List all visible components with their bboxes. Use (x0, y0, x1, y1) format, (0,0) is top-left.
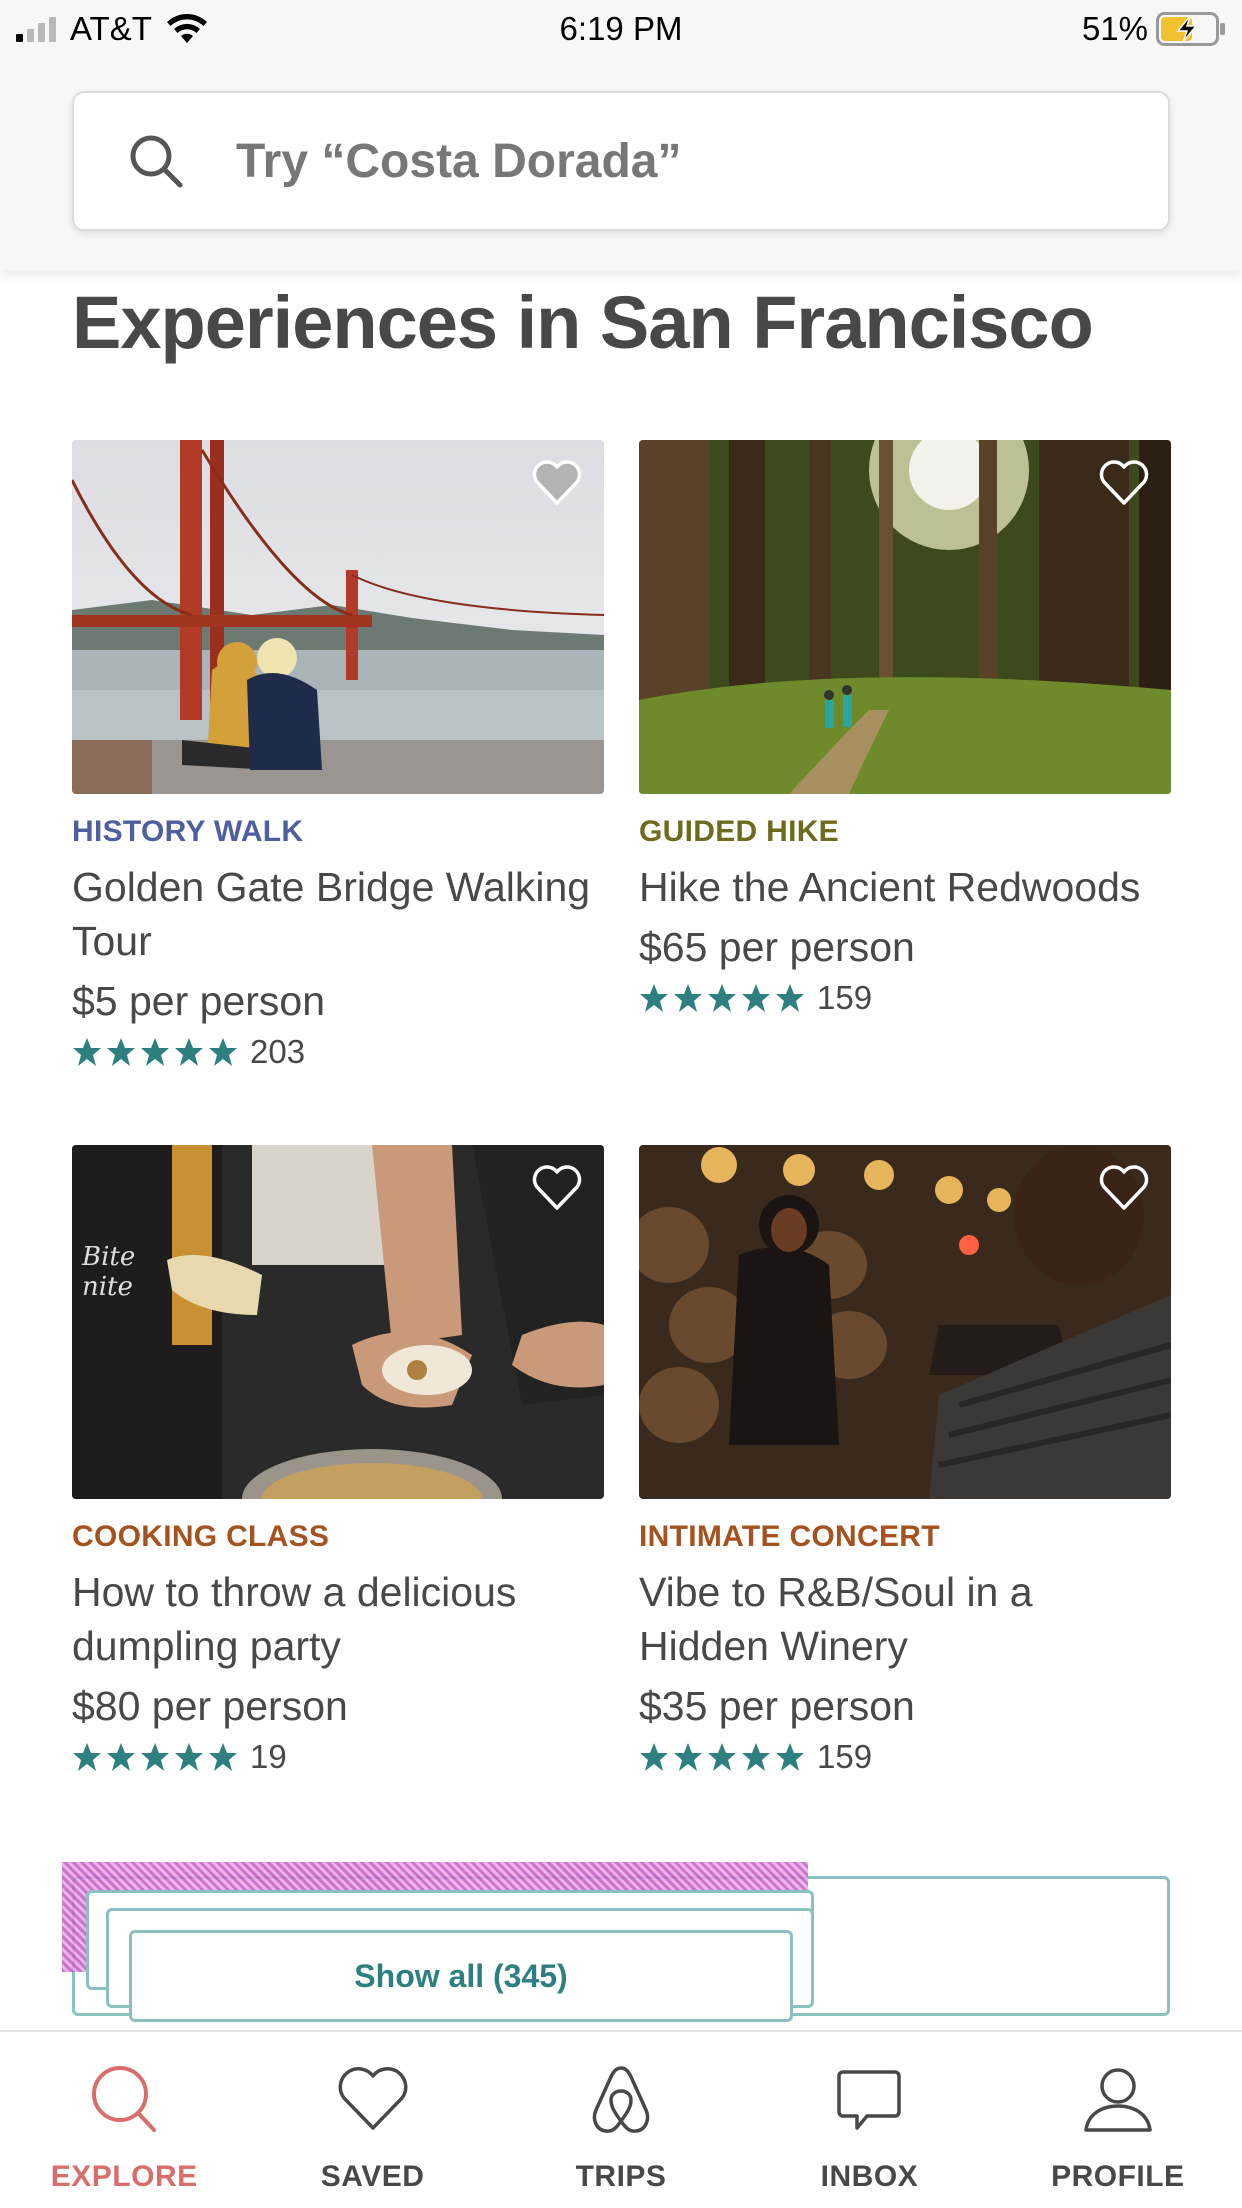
star-icon (209, 1038, 237, 1066)
review-count: 159 (817, 979, 873, 1016)
star-icon (107, 1038, 135, 1066)
battery-charging-icon (1156, 12, 1225, 46)
nav-explore[interactable]: EXPLORE (0, 2032, 248, 2208)
heart-icon[interactable] (532, 1165, 582, 1211)
svg-text:nite: nite (82, 1272, 133, 1302)
chat-bubble-icon (837, 2070, 902, 2130)
nav-profile[interactable]: PROFILE (994, 2032, 1242, 2208)
dumpling-making-photo[interactable]: Bite nite (72, 1145, 604, 1499)
card-title[interactable]: Vibe to R&B/Soul in a Hidden Winery (639, 1565, 1171, 1673)
card-rating: 19 (72, 1737, 604, 1777)
svg-text:Bite: Bite (81, 1242, 135, 1272)
heart-icon[interactable] (1099, 1165, 1149, 1211)
experience-card[interactable]: INTIMATE CONCERT Vibe to R&B/Soul in a H… (639, 1145, 1171, 1777)
search-input[interactable]: Try “Costa Dorada” (236, 134, 681, 189)
card-price: $5 per person (72, 978, 326, 1024)
review-count: 203 (250, 1033, 306, 1070)
star-rating (72, 1742, 238, 1772)
heart-icon[interactable] (532, 460, 582, 506)
person-icon (1084, 2068, 1152, 2132)
star-icon (742, 984, 770, 1012)
airbnb-logo-icon (592, 2066, 650, 2133)
clock: 6:19 PM (559, 10, 683, 47)
nav-label: INBOX (820, 2160, 919, 2193)
nav-label: TRIPS (575, 2160, 667, 2193)
star-icon (640, 984, 668, 1012)
star-icon (175, 1038, 203, 1066)
star-icon (107, 1743, 135, 1771)
star-icon (742, 1743, 770, 1771)
nav-trips[interactable]: TRIPS (497, 2032, 745, 2208)
star-icon (708, 984, 736, 1012)
card-title[interactable]: How to throw a delicious dumpling party (72, 1565, 604, 1673)
review-count: 159 (817, 1738, 873, 1775)
star-rating (72, 1037, 238, 1067)
battery-percent: 51% (1081, 10, 1148, 47)
experience-card[interactable]: Bite nite COOKING CLASS How to throw a d… (72, 1145, 604, 1777)
card-rating: 159 (639, 978, 1171, 1018)
card-price: $35 per person (639, 1683, 915, 1729)
star-icon (674, 984, 702, 1012)
star-icon (141, 1743, 169, 1771)
card-category: GUIDED HIKE (639, 815, 839, 848)
card-category: COOKING CLASS (72, 1520, 330, 1553)
show-all-container: Show all (345) (62, 1862, 1170, 2022)
redwood-forest-photo[interactable] (639, 440, 1171, 794)
star-rating (639, 1742, 805, 1772)
review-count: 19 (250, 1738, 287, 1775)
star-icon (141, 1038, 169, 1066)
card-title[interactable]: Hike the Ancient Redwoods (639, 860, 1171, 914)
star-rating (639, 983, 805, 1013)
card-price: $80 per person (72, 1683, 348, 1729)
experience-card[interactable]: HISTORY WALK Golden Gate Bridge Walking … (72, 440, 604, 1072)
star-icon (73, 1038, 101, 1066)
star-icon (674, 1743, 702, 1771)
card-title[interactable]: Golden Gate Bridge Walking Tour (72, 860, 604, 968)
star-icon (73, 1743, 101, 1771)
search-header: Try “Costa Dorada” (0, 58, 1242, 270)
nav-label: EXPLORE (50, 2160, 198, 2193)
page-title: Experiences in San Francisco (72, 281, 1094, 364)
star-icon (776, 984, 804, 1012)
star-icon (209, 1743, 237, 1771)
card-price: $65 per person (639, 924, 915, 970)
status-bar: AT&T 6:19 PM 51% (0, 0, 1242, 58)
nav-label: PROFILE (1051, 2160, 1185, 2193)
star-icon (708, 1743, 736, 1771)
status-right: 51% (1082, 8, 1226, 50)
bottom-nav: EXPLORE SAVED TRIPS INBOX PROFILE (0, 2030, 1242, 2208)
nav-inbox[interactable]: INBOX (745, 2032, 993, 2208)
card-rating: 159 (639, 1737, 1171, 1777)
star-icon (640, 1743, 668, 1771)
nav-label: SAVED (320, 2160, 425, 2193)
star-icon (776, 1743, 804, 1771)
star-icon (175, 1743, 203, 1771)
golden-gate-bridge-photo[interactable] (72, 440, 604, 794)
card-rating: 203 (72, 1032, 604, 1072)
heart-icon (338, 2067, 407, 2130)
heart-icon[interactable] (1099, 460, 1149, 506)
show-all-button[interactable]: Show all (345) (129, 1930, 793, 2022)
nav-saved[interactable]: SAVED (248, 2032, 496, 2208)
winery-concert-photo[interactable] (639, 1145, 1171, 1499)
search-icon (92, 2066, 157, 2132)
search-icon (130, 135, 183, 188)
card-category: HISTORY WALK (72, 815, 304, 848)
card-category: INTIMATE CONCERT (639, 1520, 940, 1553)
experience-card[interactable]: GUIDED HIKE Hike the Ancient Redwoods $6… (639, 440, 1171, 1018)
search-bar[interactable]: Try “Costa Dorada” (72, 91, 1170, 231)
